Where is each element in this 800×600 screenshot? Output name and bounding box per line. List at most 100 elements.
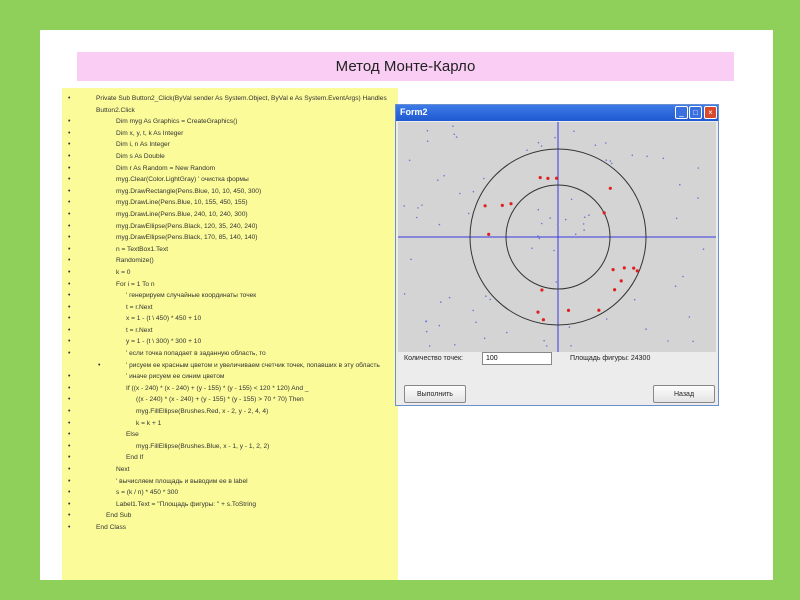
outside-point xyxy=(633,298,636,301)
bullet-icon: • xyxy=(68,454,71,462)
outside-point xyxy=(455,136,458,138)
code-line: • myg.DrawEllipse(Pens.Black, 170, 85, 14… xyxy=(62,232,398,244)
outside-point xyxy=(583,216,586,218)
point-count-label: Количество точек: xyxy=(404,355,463,362)
outside-point xyxy=(605,159,607,161)
code-text: myg.DrawEllipse(Pens.Black, 120, 35, 240… xyxy=(116,222,258,230)
code-list: • Private Sub Button2_Click(ByVal sender … xyxy=(62,88,398,534)
code-text: myg.FillEllipse(Brushes.Blue, x - 1, y -… xyxy=(136,442,270,450)
code-line: • Dim s As Double xyxy=(62,151,398,163)
bullet-icon: • xyxy=(68,95,71,102)
inside-point xyxy=(540,288,544,292)
outside-point xyxy=(679,183,681,186)
outside-point xyxy=(505,331,508,334)
outside-point xyxy=(425,320,427,323)
outside-point xyxy=(549,217,551,219)
bullet-icon: • xyxy=(68,245,71,253)
inside-point xyxy=(613,288,617,292)
code-line: • ' иначе рисуем ее синим цветом xyxy=(62,371,398,383)
point-count-input[interactable] xyxy=(482,352,552,365)
outside-point xyxy=(537,208,540,211)
code-text: ' рисуем ее красным цветом и увеличиваем… xyxy=(126,361,380,369)
outside-point xyxy=(573,130,575,133)
outside-point xyxy=(443,174,445,177)
outside-point xyxy=(408,159,411,162)
outside-point xyxy=(606,235,608,238)
outside-point xyxy=(682,275,684,278)
code-line: • myg.FillEllipse(Brushes.Blue, x - 1, y … xyxy=(62,441,398,453)
bullet-icon: • xyxy=(68,152,71,160)
outside-point xyxy=(472,309,474,312)
code-line: • ' если точка попадает в заданную област… xyxy=(62,348,398,360)
outside-point xyxy=(688,316,691,318)
outside-point xyxy=(582,223,585,225)
bullet-icon: • xyxy=(68,408,71,416)
bullet-icon: • xyxy=(68,257,71,265)
code-text: Else xyxy=(126,431,139,439)
outside-point xyxy=(416,216,418,219)
outside-point xyxy=(583,229,585,231)
outside-point xyxy=(667,340,669,342)
code-line: • Randomize() xyxy=(62,255,398,267)
outside-point xyxy=(697,197,699,199)
maximize-icon[interactable]: □ xyxy=(689,106,702,119)
outside-point xyxy=(403,205,405,207)
bullet-icon: • xyxy=(68,338,71,346)
bullet-icon: • xyxy=(68,234,71,242)
bullet-icon: • xyxy=(68,373,71,381)
slide-title: Метод Монте-Карло xyxy=(77,52,734,81)
inside-point xyxy=(546,176,550,180)
outside-point xyxy=(611,162,613,165)
inside-point xyxy=(635,269,639,273)
code-text: myg.Clear(Color.LightGray) ' очистка фор… xyxy=(116,176,249,184)
code-text: End Class xyxy=(96,523,127,531)
code-text: k = k + 1 xyxy=(136,419,162,427)
code-line: • Else xyxy=(62,429,398,441)
bullet-icon: • xyxy=(68,187,71,195)
bullet-icon: • xyxy=(68,222,71,230)
outside-point xyxy=(646,155,648,158)
outside-point xyxy=(448,296,451,299)
window-titlebar[interactable]: Form2 _ □ × xyxy=(396,105,718,121)
bullet-icon: • xyxy=(68,210,71,218)
outside-point xyxy=(453,133,456,136)
outside-point xyxy=(702,248,705,250)
code-line: • myg.Clear(Color.LightGray) ' очистка фо… xyxy=(62,174,398,186)
outside-point xyxy=(662,157,665,160)
code-line: • Private Sub Button2_Click(ByVal sender … xyxy=(62,93,398,116)
inside-point xyxy=(538,176,542,180)
code-text: Private Sub Button2_Click(ByVal sender A… xyxy=(96,95,387,114)
outside-point xyxy=(605,142,607,144)
outside-point xyxy=(555,281,558,283)
bullet-icon: • xyxy=(68,466,71,473)
outside-point xyxy=(425,330,428,333)
code-text: End If xyxy=(126,454,144,462)
code-line: • k = k + 1 xyxy=(62,418,398,430)
run-button[interactable]: Выполнить xyxy=(404,385,466,403)
code-text: y = 1 - (t \ 300) * 300 + 10 xyxy=(126,338,202,346)
inside-point xyxy=(509,202,513,206)
close-icon[interactable]: × xyxy=(704,106,717,119)
code-line: • t = r.Next xyxy=(62,302,398,314)
outside-point xyxy=(467,212,470,215)
back-button[interactable]: Назад xyxy=(653,385,715,403)
outside-point xyxy=(645,328,647,330)
code-text: ' вычисляем площадь и выводим ее в label xyxy=(116,477,248,485)
code-text: Label1.Text = "Площадь фигуры: " + s.ToS… xyxy=(116,500,257,508)
bullet-icon: • xyxy=(68,199,71,207)
code-text: Randomize() xyxy=(116,257,154,265)
inside-point xyxy=(619,279,623,283)
outside-point xyxy=(417,207,419,209)
minimize-icon[interactable]: _ xyxy=(675,106,688,119)
inside-point xyxy=(536,310,540,314)
form2-window: Form2 _ □ × Количество точек: Площадь фи… xyxy=(395,104,719,406)
code-text: ' если точка попадает в заданную область… xyxy=(126,350,266,358)
code-line: • Next xyxy=(62,464,398,476)
code-text: End Sub xyxy=(106,512,132,520)
outside-point xyxy=(410,258,412,261)
code-line: • myg.DrawRectangle(Pens.Blue, 10, 10, 45… xyxy=(62,186,398,198)
bullet-icon: • xyxy=(68,500,71,508)
outside-point xyxy=(554,136,556,139)
outside-point xyxy=(438,324,441,327)
outside-point xyxy=(697,167,700,169)
